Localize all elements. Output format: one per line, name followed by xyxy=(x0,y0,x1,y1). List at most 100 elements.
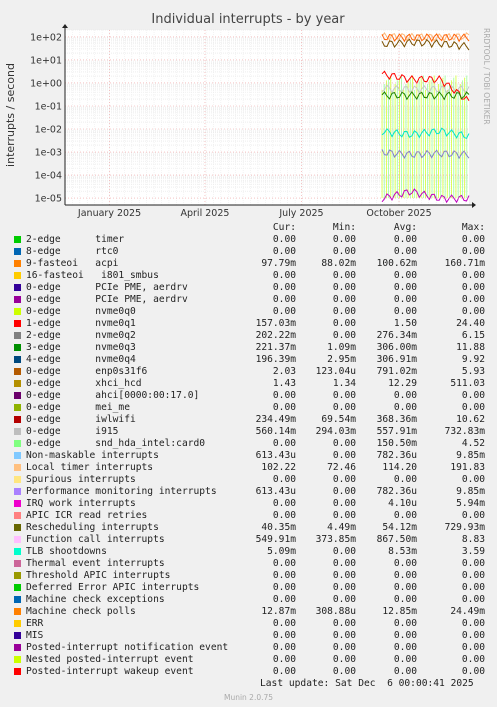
legend-value-cur: 0.00 xyxy=(272,654,296,665)
legend-value-cur: 157.03m xyxy=(255,318,296,329)
legend-value-avg: 791.02m xyxy=(376,366,417,377)
legend-label: Performance monitoring interrupts xyxy=(26,486,217,497)
legend-value-cur: 0.00 xyxy=(272,666,296,677)
legend-value-min: 0.00 xyxy=(332,306,356,317)
legend-row: 1-edge nvme0q1 157.03m 0.00 1.50 24.40 xyxy=(0,318,497,330)
legend-value-avg: 0.00 xyxy=(393,570,417,581)
legend-value-cur: 202.22m xyxy=(255,330,296,341)
legend-value-min: 0.00 xyxy=(332,510,356,521)
legend-label: 3-edge nvme0q3 xyxy=(26,342,136,353)
legend-value-avg: 0.00 xyxy=(393,390,417,401)
legend-value-cur: 0.00 xyxy=(272,246,296,257)
legend-value-max: 8.83 xyxy=(461,534,485,545)
legend-value-max: 24.49m xyxy=(450,606,485,617)
legend-value-max: 9.85m xyxy=(456,450,485,461)
legend-value-avg: 557.91m xyxy=(376,426,417,437)
legend-value-avg: 12.85m xyxy=(382,606,417,617)
legend-value-min: 0.00 xyxy=(332,450,356,461)
legend-swatch xyxy=(14,536,21,543)
legend-swatch xyxy=(14,260,21,267)
legend-label: 0-edge enp0s31f6 xyxy=(26,366,148,377)
legend-label: Posted-interrupt notification event xyxy=(26,642,229,653)
legend-row: 0-edge snd_hda_intel:card0 0.00 0.00 150.50… xyxy=(0,438,497,450)
legend-value-cur: 0.00 xyxy=(272,234,296,245)
legend-label: 0-edge i915 xyxy=(26,426,119,437)
legend-value-avg: 0.00 xyxy=(393,270,417,281)
legend-swatch xyxy=(14,428,21,435)
legend-value-cur: 0.00 xyxy=(272,642,296,653)
legend-value-min: 2.95m xyxy=(327,354,356,365)
legend-row: 0-edge iwlwifi 234.49m 69.54m 368.36m 10.62 xyxy=(0,414,497,426)
legend-value-max: 0.00 xyxy=(461,402,485,413)
legend-value-avg: 0.00 xyxy=(393,234,417,245)
legend-value-cur: 0.00 xyxy=(272,498,296,509)
legend-label: 0-edge nvme0q0 xyxy=(26,306,136,317)
legend-label: 0-edge ahci[0000:00:17.0] xyxy=(26,390,200,401)
y-axis-arrow xyxy=(62,24,68,28)
chart-title: Individual interrupts - by year xyxy=(151,12,345,27)
legend-value-min: 0.00 xyxy=(332,582,356,593)
legend-label: Rescheduling interrupts xyxy=(26,522,159,533)
legend-row: Machine check exceptions 0.00 0.00 0.00 0.00 xyxy=(0,594,497,606)
legend-row: 0-edge nvme0q0 0.00 0.00 0.00 0.00 xyxy=(0,306,497,318)
y-tick-label: 1e-02 xyxy=(35,125,62,136)
legend-label: MIS xyxy=(26,630,44,641)
legend-value-min: 0.00 xyxy=(332,330,356,341)
legend-row: 0-edge PCIe PME, aerdrv 0.00 0.00 0.00 0.00 xyxy=(0,282,497,294)
column-header-min: Min: xyxy=(332,222,356,233)
legend-row: 0-edge ahci[0000:00:17.0] 0.00 0.00 0.00 0.0… xyxy=(0,390,497,402)
legend-label: 0-edge snd_hda_intel:card0 xyxy=(26,438,206,449)
legend-swatch xyxy=(14,596,21,603)
legend-value-avg: 0.00 xyxy=(393,594,417,605)
y-tick-label: 1e-05 xyxy=(35,194,62,205)
legend-value-avg: 0.00 xyxy=(393,558,417,569)
legend-value-avg: 0.00 xyxy=(393,642,417,653)
legend-value-max: 511.03 xyxy=(450,378,485,389)
legend-value-avg: 1.50 xyxy=(393,318,417,329)
legend-value-min: 0.00 xyxy=(332,570,356,581)
legend-value-avg: 12.29 xyxy=(388,378,417,389)
legend-row: IRQ work interrupts 0.00 0.00 4.10u 5.94m xyxy=(0,498,497,510)
legend-value-max: 729.93m xyxy=(444,522,485,533)
legend-value-max: 9.85m xyxy=(456,486,485,497)
legend-value-max: 732.83m xyxy=(444,426,485,437)
legend-value-min: 0.00 xyxy=(332,498,356,509)
legend-value-cur: 0.00 xyxy=(272,390,296,401)
legend-value-cur: 40.35m xyxy=(261,522,296,533)
legend-row: TLB shootdowns 5.09m 0.00 8.53m 3.59 xyxy=(0,546,497,558)
y-tick-label: 1e-03 xyxy=(35,148,62,159)
legend-row: 2-edge timer 0.00 0.00 0.00 0.00 xyxy=(0,234,497,246)
legend-row: 0-edge mei_me 0.00 0.00 0.00 0.00 xyxy=(0,402,497,414)
legend-row: Machine check polls 12.87m 308.88u 12.85m 24… xyxy=(0,606,497,618)
legend-value-avg: 368.36m xyxy=(376,414,417,425)
legend-value-avg: 100.62m xyxy=(376,258,417,269)
legend-label: 1-edge nvme0q1 xyxy=(26,318,136,329)
x-tick-label: January 2025 xyxy=(77,208,141,219)
legend-value-min: 0.00 xyxy=(332,294,356,305)
legend-value-avg: 306.91m xyxy=(376,354,417,365)
munin-version: Munin 2.0.75 xyxy=(223,693,274,702)
y-axis-label: interrupts / second xyxy=(4,63,17,167)
legend-value-avg: 0.00 xyxy=(393,282,417,293)
legend-value-cur: 2.03 xyxy=(272,366,296,377)
legend-value-cur: 0.00 xyxy=(272,270,296,281)
legend-value-max: 0.00 xyxy=(461,270,485,281)
legend-label: 0-edge iwlwifi xyxy=(26,414,136,425)
legend-value-cur: 5.09m xyxy=(267,546,296,557)
legend-swatch xyxy=(14,320,21,327)
legend-value-max: 0.00 xyxy=(461,582,485,593)
legend-value-cur: 0.00 xyxy=(272,618,296,629)
legend-value-min: 1.09m xyxy=(327,342,356,353)
legend-value-avg: 8.53m xyxy=(388,546,417,557)
legend-value-min: 0.00 xyxy=(332,318,356,329)
legend-value-min: 294.03m xyxy=(315,426,356,437)
legend-value-avg: 114.20 xyxy=(382,462,417,473)
legend-swatch xyxy=(14,668,21,675)
legend-value-avg: 0.00 xyxy=(393,474,417,485)
legend-value-avg: 0.00 xyxy=(393,618,417,629)
legend-value-min: 0.00 xyxy=(332,618,356,629)
legend-value-max: 191.83 xyxy=(450,462,485,473)
legend-value-cur: 0.00 xyxy=(272,630,296,641)
legend-swatch xyxy=(14,608,21,615)
legend-swatch xyxy=(14,296,21,303)
